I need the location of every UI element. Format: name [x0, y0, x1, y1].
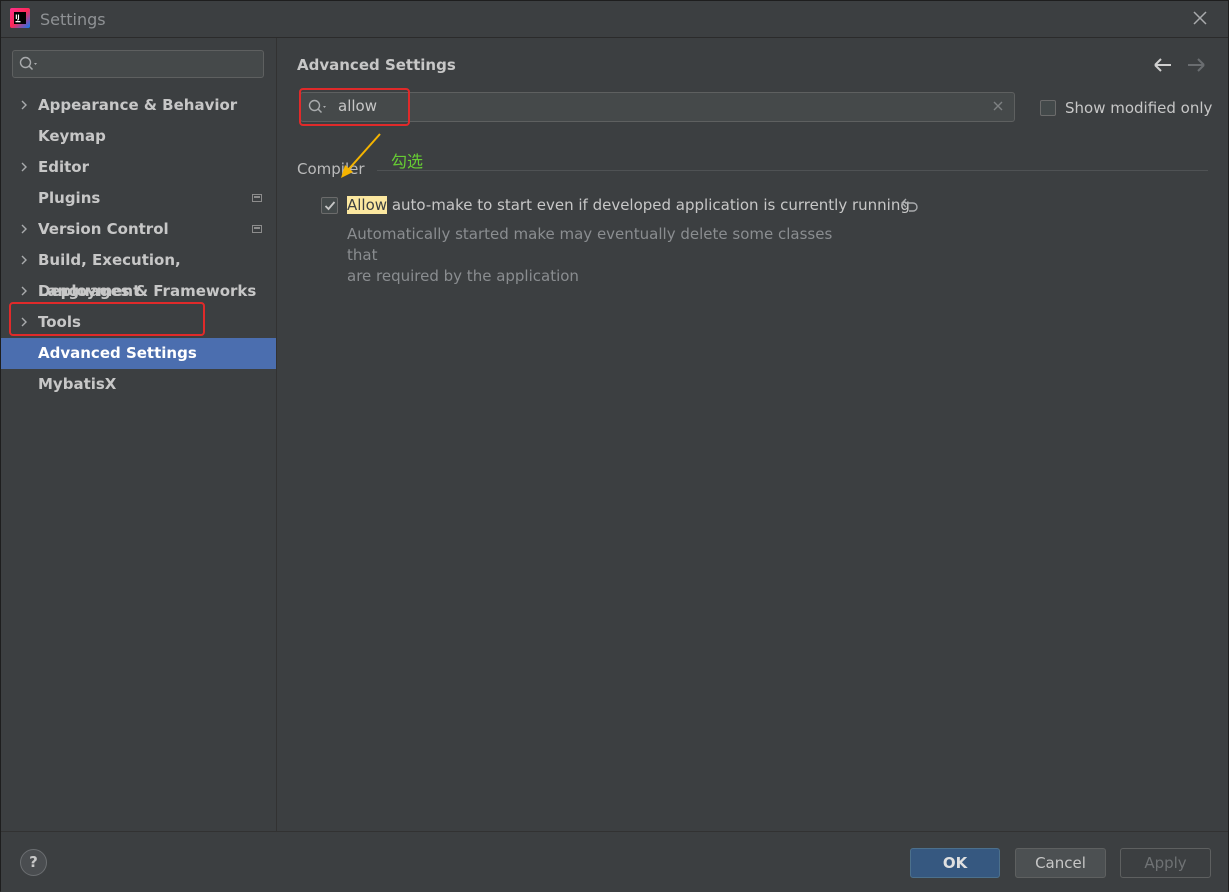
- close-icon[interactable]: [1189, 7, 1211, 29]
- clear-search-icon[interactable]: [991, 99, 1005, 113]
- sidebar-item-label: Appearance & Behavior: [38, 96, 238, 114]
- sidebar-item-label: MybatisX: [38, 375, 117, 393]
- advanced-settings-highlight-box: [9, 302, 205, 336]
- apply-button[interactable]: Apply: [1120, 848, 1211, 878]
- svg-text:IJ: IJ: [15, 14, 19, 21]
- ok-button[interactable]: OK: [910, 848, 1000, 878]
- title-bar: IJ Settings: [1, 1, 1228, 38]
- option-description: Automatically started make may eventuall…: [347, 224, 867, 287]
- settings-window: IJ Settings Appearance & Behavior Keymap E…: [0, 0, 1229, 892]
- help-button[interactable]: ?: [20, 849, 47, 876]
- annotation-arrow: [341, 133, 381, 178]
- project-level-icon: [252, 225, 262, 233]
- sidebar-item-label: Version Control: [38, 220, 169, 238]
- search-icon: [19, 56, 37, 71]
- sidebar-item-plugins[interactable]: Plugins: [1, 183, 276, 214]
- sidebar-item-appearance-behavior[interactable]: Appearance & Behavior: [1, 90, 276, 121]
- chevron-right-icon[interactable]: [19, 224, 29, 234]
- sidebar-item-label: Advanced Settings: [38, 344, 197, 362]
- project-level-icon: [252, 194, 262, 202]
- sidebar-item-version-control[interactable]: Version Control: [1, 214, 276, 245]
- intellij-app-icon: IJ: [10, 8, 30, 28]
- sidebar-item-editor[interactable]: Editor: [1, 152, 276, 183]
- settings-content: Advanced Settings allow Show modified on…: [277, 38, 1228, 831]
- chevron-right-icon[interactable]: [19, 100, 29, 110]
- chevron-right-icon[interactable]: [19, 286, 29, 296]
- cancel-button[interactable]: Cancel: [1015, 848, 1106, 878]
- sidebar-item-keymap[interactable]: Keymap: [1, 121, 276, 152]
- sidebar-item-mybatisx[interactable]: MybatisX: [1, 369, 276, 400]
- sidebar-item-advanced-settings[interactable]: Advanced Settings: [1, 338, 276, 369]
- reset-to-default-icon[interactable]: [900, 197, 918, 213]
- sidebar-item-label: Keymap: [38, 127, 106, 145]
- settings-nav: Appearance & Behavior Keymap Editor Plugins…: [1, 90, 276, 400]
- window-title: Settings: [40, 10, 106, 29]
- forward-arrow-icon[interactable]: [1188, 58, 1205, 72]
- sidebar-item-label: Plugins: [38, 189, 101, 207]
- allow-auto-make-checkbox[interactable]: [321, 197, 338, 214]
- chevron-right-icon[interactable]: [19, 255, 29, 265]
- show-modified-only-label: Show modified only: [1065, 99, 1213, 117]
- option-description-line2: are required by the application: [347, 267, 579, 285]
- section-divider: [377, 170, 1208, 171]
- history-nav: [1154, 58, 1205, 72]
- annotation-note: 勾选: [391, 152, 424, 171]
- search-highlight-box: [299, 88, 410, 126]
- allow-auto-make-label: Allow auto-make to start even if develop…: [347, 196, 910, 214]
- checkmark-icon: [324, 201, 336, 211]
- page-title: Advanced Settings: [297, 56, 456, 74]
- sidebar-item-build-execution-deployment[interactable]: Build, Execution, Deployment: [1, 245, 276, 300]
- settings-sidebar: Appearance & Behavior Keymap Editor Plugins…: [1, 38, 277, 831]
- chevron-right-icon[interactable]: [19, 162, 29, 172]
- option-description-line1: Automatically started make may eventuall…: [347, 225, 833, 264]
- sidebar-search-input[interactable]: [12, 50, 264, 78]
- show-modified-only-checkbox[interactable]: [1040, 100, 1056, 116]
- sidebar-item-label: Editor: [38, 158, 89, 176]
- option-label-text: auto-make to start even if developed app…: [387, 196, 910, 214]
- back-arrow-icon[interactable]: [1154, 58, 1171, 72]
- dialog-footer: ? OK Cancel Apply: [1, 831, 1228, 892]
- search-match-highlight: Allow: [347, 196, 388, 214]
